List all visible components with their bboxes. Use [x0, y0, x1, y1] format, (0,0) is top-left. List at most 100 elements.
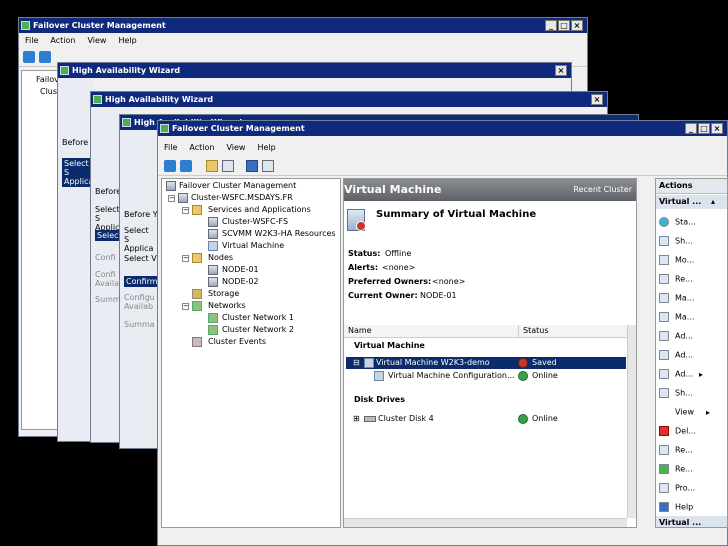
start-icon — [659, 217, 669, 227]
wizard2-step-4: Confi — [95, 253, 116, 262]
back-fcm-title: Failover Cluster Management — [33, 21, 166, 30]
center-vertical-scrollbar[interactable] — [627, 325, 636, 518]
action-add-2[interactable]: Ad... — [659, 350, 693, 361]
column-name-label: Name — [348, 326, 372, 335]
properties-icon[interactable] — [262, 160, 274, 172]
minimize-button[interactable]: _ — [545, 20, 557, 31]
action-show-2[interactable]: Sh... — [659, 388, 693, 399]
action-properties[interactable]: Pro... — [659, 483, 695, 494]
alerts-value: <none> — [382, 263, 416, 272]
wizard1-close-button[interactable]: × — [555, 65, 567, 76]
wizard3-step-2: Select S Applica — [124, 226, 154, 253]
forward-arrow-icon[interactable] — [180, 160, 192, 172]
maximize-button[interactable]: □ — [558, 20, 570, 31]
main-minimize-button[interactable]: _ — [685, 123, 697, 134]
action-refresh[interactable]: Re... — [659, 274, 693, 285]
tree-storage[interactable]: Storage — [208, 289, 239, 299]
view-placeholder-icon — [659, 407, 669, 417]
action-add-3[interactable]: Ad... ▸ — [659, 369, 703, 380]
back-fcm-titlebar[interactable]: Failover Cluster Management — [19, 18, 587, 33]
help-icon — [659, 502, 669, 512]
tree-cluster[interactable]: Cluster-WSFC.MSDAYS.FR — [191, 193, 293, 203]
wizard-icon — [122, 118, 131, 127]
main-menu-help[interactable]: Help — [251, 140, 281, 155]
tree-root[interactable]: Failover Cluster Management — [179, 181, 296, 191]
action-manage-2-label: Ma... — [675, 312, 695, 322]
actions-section-2[interactable]: Virtual ... — [656, 516, 727, 527]
action-add-3-label: Ad... — [675, 369, 694, 379]
manage-icon — [659, 312, 669, 322]
action-view-label: View — [675, 407, 694, 417]
collapse-networks-icon[interactable]: − — [182, 303, 189, 310]
action-rename[interactable]: Re... — [659, 445, 693, 456]
collapse-services-icon[interactable]: − — [182, 207, 189, 214]
action-start[interactable]: Sta... — [659, 217, 696, 228]
tree-nodes[interactable]: Nodes — [208, 253, 233, 263]
action-refresh-label: Re... — [675, 274, 693, 284]
wizard2-close-button[interactable]: × — [591, 94, 603, 105]
back-fcm-menubar: File Action View Help — [19, 33, 587, 48]
cluster-app-icon — [21, 21, 30, 30]
menu-file[interactable]: File — [19, 33, 44, 48]
action-refresh-2-label: Re... — [675, 464, 693, 474]
tree-network-1[interactable]: Cluster Network 1 — [222, 313, 294, 323]
summary-title: Summary of Virtual Machine — [376, 209, 537, 220]
main-menu-file[interactable]: File — [158, 140, 183, 155]
tree-node-2[interactable]: NODE-02 — [222, 277, 259, 287]
action-move[interactable]: Mo... — [659, 255, 694, 266]
main-fcm-title: Failover Cluster Management — [172, 124, 305, 133]
back-arrow-icon[interactable] — [23, 51, 35, 63]
back-tree-root[interactable]: Failov — [36, 75, 59, 85]
action-manage-2[interactable]: Ma... — [659, 312, 694, 323]
center-header-right[interactable]: Recent Cluster — [573, 185, 632, 194]
forward-arrow-icon[interactable] — [39, 51, 51, 63]
action-view[interactable]: View ▸ — [659, 407, 710, 418]
action-refresh-2[interactable]: Re... — [659, 464, 693, 475]
action-delete-label: Del... — [675, 426, 696, 436]
tree-service-vm[interactable]: Virtual Machine — [222, 241, 284, 251]
help-icon[interactable] — [246, 160, 258, 172]
collapse-nodes-icon[interactable]: − — [182, 255, 189, 262]
collapse-row-icon[interactable]: ⊟ — [353, 357, 360, 369]
tree-node-1[interactable]: NODE-01 — [222, 265, 259, 275]
tree-service-fs[interactable]: Cluster-WSFC-FS — [222, 217, 288, 227]
main-menu-view[interactable]: View — [220, 140, 251, 155]
action-show-2-label: Sh... — [675, 388, 693, 398]
up-folder-icon[interactable] — [206, 160, 218, 172]
collapse-section-icon[interactable]: ▴ — [711, 197, 715, 206]
preferred-owners-value: <none> — [432, 277, 466, 286]
table-row[interactable]: ⊟ Virtual Machine W2K3-demo Saved — [346, 357, 626, 369]
table-row[interactable]: Virtual Machine Configuration... Online — [346, 370, 626, 382]
main-menu-action[interactable]: Action — [183, 140, 220, 155]
close-button[interactable]: × — [571, 20, 583, 31]
action-show[interactable]: Sh... — [659, 236, 693, 247]
action-add-1[interactable]: Ad... — [659, 331, 693, 342]
tree-networks[interactable]: Networks — [208, 301, 246, 311]
main-close-button[interactable]: × — [711, 123, 723, 134]
action-delete[interactable]: Del... — [659, 426, 696, 437]
center-horizontal-scrollbar[interactable] — [344, 518, 627, 527]
table-row[interactable]: ⊞ Cluster Disk 4 Online — [346, 413, 626, 425]
node-icon — [208, 265, 218, 275]
main-maximize-button[interactable]: □ — [698, 123, 710, 134]
show-hide-tree-icon[interactable] — [222, 160, 234, 172]
collapse-cluster-icon[interactable]: − — [168, 195, 175, 202]
tree-events[interactable]: Cluster Events — [208, 337, 266, 347]
actions-section-1[interactable]: Virtual ... ▴ — [656, 195, 727, 209]
column-header-name[interactable]: Name — [344, 325, 519, 338]
column-header-status[interactable]: Status — [519, 325, 627, 338]
back-arrow-icon[interactable] — [164, 160, 176, 172]
wizard2-titlebar[interactable]: High Availability Wizard — [91, 92, 607, 107]
menu-view[interactable]: View — [81, 33, 112, 48]
menu-action[interactable]: Action — [44, 33, 81, 48]
action-help[interactable]: Help — [659, 502, 693, 513]
tree-service-scvmm[interactable]: SCVMM W2K3-HA Resources — [222, 229, 336, 239]
action-manage-1[interactable]: Ma... — [659, 293, 694, 304]
wizard1-titlebar[interactable]: High Availability Wizard — [58, 63, 571, 78]
tree-services[interactable]: Services and Applications — [208, 205, 311, 215]
menu-help[interactable]: Help — [112, 33, 142, 48]
disk-row-name: Cluster Disk 4 — [378, 414, 434, 423]
main-fcm-titlebar[interactable]: Failover Cluster Management — [158, 121, 727, 136]
tree-network-2[interactable]: Cluster Network 2 — [222, 325, 294, 335]
expand-row-icon[interactable]: ⊞ — [353, 413, 360, 425]
